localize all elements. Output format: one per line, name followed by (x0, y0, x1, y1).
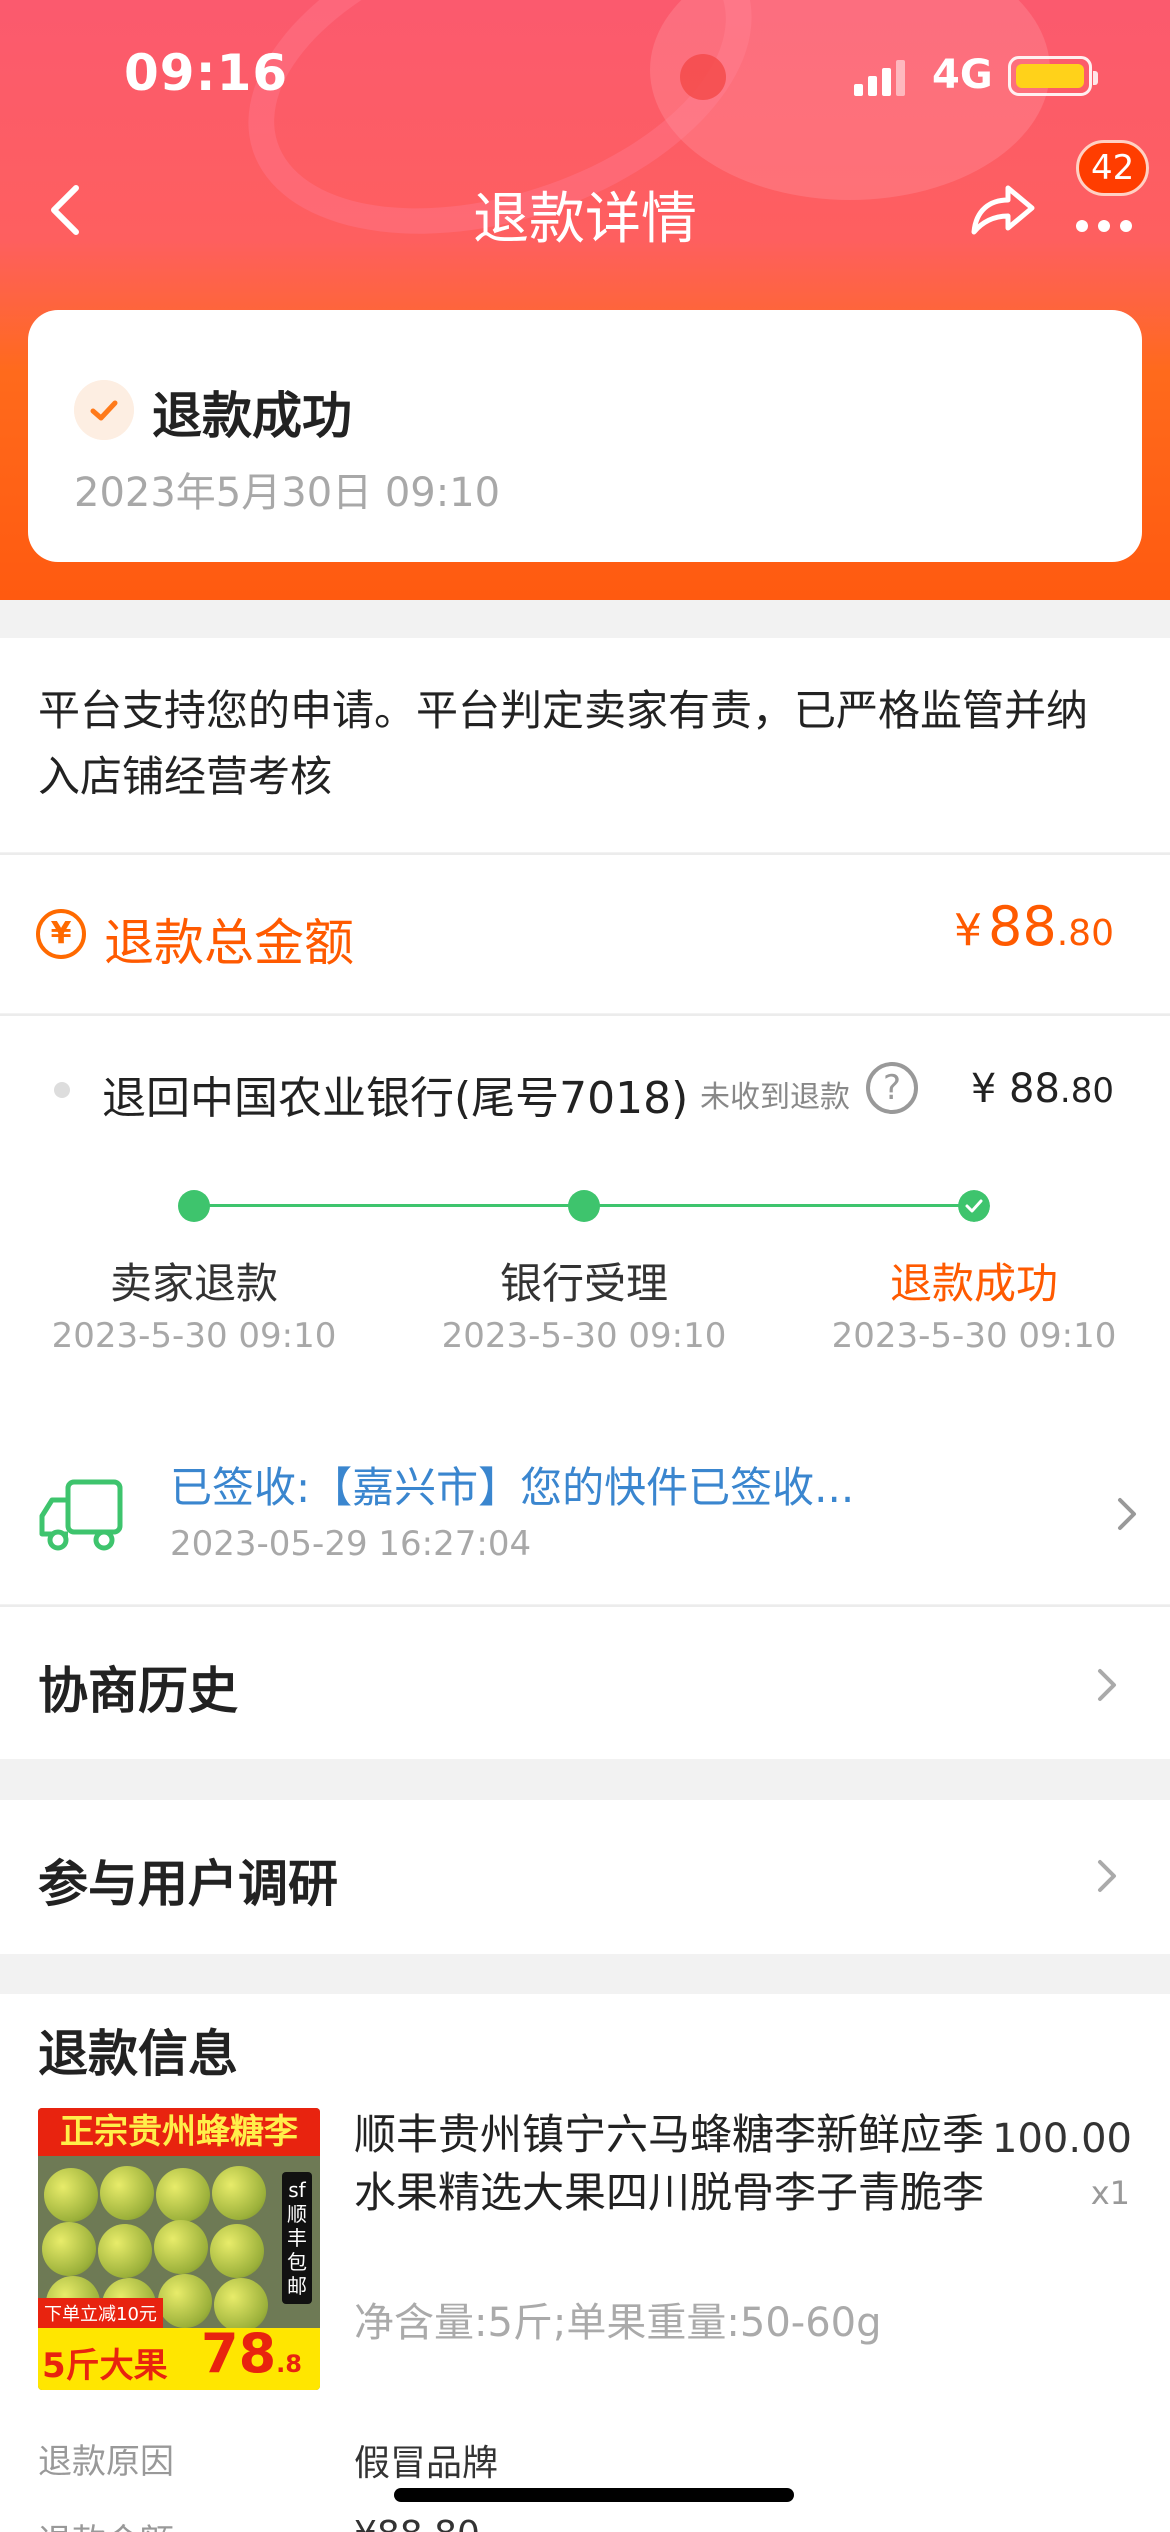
refund-amount-label: 退款金额 (38, 2514, 174, 2532)
notice-text: 平台支持您的申请。平台判定卖家有责，已严格监管并纳入店铺经营考核 (38, 686, 1089, 801)
refund-progress: 退回中国农业银行(尾号7018) 未收到退款 ? ¥ 88.80 卖家退款 银行… (0, 1014, 1170, 1604)
battery-icon (1008, 56, 1098, 96)
promo-price-dec: .8 (276, 2350, 302, 2378)
truck-icon (39, 1479, 123, 1551)
refund-status-card: 退款成功 2023年5月30日 09:10 (28, 310, 1142, 562)
share-icon[interactable] (962, 170, 1042, 250)
sf-logo: sf (288, 2178, 306, 2202)
bullet-dot (54, 1082, 70, 1098)
product-title[interactable]: 顺丰贵州镇宁六马蜂糖李新鲜应季水果精选大果四川脱骨李子青脆李 (354, 2106, 994, 2222)
chevron-right-icon (1118, 1498, 1136, 1530)
refund-total-row: ¥ 退款总金额 ¥88.80 (0, 853, 1170, 1013)
currency-symbol: ¥ (970, 1066, 997, 1112)
shipping-tag: sf 顺丰包邮 (282, 2172, 312, 2304)
step-check-icon (958, 1190, 990, 1222)
negotiation-history-row[interactable]: 协商历史 (0, 1605, 1170, 1759)
notification-badge: 42 (1076, 140, 1150, 196)
shipping-tag-text: 顺丰包邮 (287, 2202, 307, 2298)
logistics-status: 已签收:【嘉兴市】您的快件已签收... (170, 1463, 855, 1512)
size-text: 5斤大果 (42, 2346, 168, 2386)
negotiation-history-title: 协商历史 (38, 1662, 238, 1720)
promo-price: 78.8 (201, 2322, 302, 2385)
chevron-right-icon (1098, 1860, 1116, 1892)
cellular-signal-icon (854, 60, 905, 96)
amount-integer: 88 (1009, 1066, 1060, 1112)
refund-status-title: 退款成功 (152, 387, 352, 445)
yen-icon: ¥ (36, 909, 86, 959)
product-image-banner: 正宗贵州蜂糖李 (38, 2108, 320, 2156)
status-bar: 09:16 4G (0, 0, 1170, 150)
step-label: 银行受理 (499, 1259, 668, 1308)
platform-notice: 平台支持您的申请。平台判定卖家有责，已严格监管并纳入店铺经营考核 (0, 638, 1170, 852)
not-received-link[interactable]: 未收到退款 (700, 1072, 850, 1116)
user-survey-title: 参与用户调研 (38, 1855, 338, 1913)
promo-price-int: 78 (201, 2322, 277, 2385)
refund-total-amount: ¥88.80 (954, 895, 1114, 958)
refund-info-title: 退款信息 (38, 2025, 238, 2083)
refund-status-time: 2023年5月30日 09:10 (74, 470, 501, 516)
refund-bank-name: 退回中国农业银行(尾号7018) (102, 1073, 689, 1124)
step-dot (568, 1190, 600, 1222)
step-time: 2023-5-30 09:10 (831, 1316, 1117, 1356)
refund-reason-value: 假冒品牌 (354, 2443, 499, 2484)
refund-amount-value: ¥88.80 (354, 2514, 480, 2532)
step-time: 2023-5-30 09:10 (51, 1316, 337, 1356)
step-label-active: 退款成功 (889, 1259, 1058, 1308)
amount-decimal: .80 (1059, 1071, 1114, 1111)
currency-symbol: ¥ (954, 905, 983, 956)
network-type: 4G (932, 52, 993, 98)
amount-decimal: .80 (1056, 913, 1114, 954)
logistics-row[interactable]: 已签收:【嘉兴市】您的快件已签收... 2023-05-29 16:27:04 (0, 1426, 1170, 1604)
bank-refund-amount: ¥ 88.80 (971, 1066, 1114, 1112)
product-quantity: x1 (1090, 2174, 1130, 2212)
amount-integer: 88 (988, 895, 1057, 958)
product-image[interactable]: 正宗贵州蜂糖李 sf 顺丰包邮 下单立减10元 5斤大果 78.8 (38, 2108, 320, 2390)
refund-reason-label: 退款原因 (38, 2442, 174, 2482)
check-icon (74, 380, 134, 440)
chevron-right-icon (1098, 1669, 1116, 1701)
help-icon[interactable]: ? (866, 1062, 918, 1114)
step-time: 2023-5-30 09:10 (441, 1316, 727, 1356)
product-price: 100.00 (992, 2116, 1132, 2162)
discount-tag: 下单立减10元 (38, 2298, 163, 2328)
step-dot (178, 1190, 210, 1222)
user-survey-row[interactable]: 参与用户调研 (0, 1800, 1170, 1954)
product-spec: 净含量:5斤;单果重量:50-60g (354, 2300, 882, 2346)
home-indicator (394, 2488, 794, 2502)
nav-bar: 退款详情 (0, 150, 1170, 270)
refund-total-label: 退款总金额 (104, 914, 354, 972)
status-time: 09:16 (124, 44, 289, 102)
product-image-footer: 5斤大果 78.8 (38, 2322, 320, 2390)
logistics-time: 2023-05-29 16:27:04 (170, 1524, 532, 1564)
step-label: 卖家退款 (109, 1259, 278, 1308)
refund-info-section: 退款信息 正宗贵州蜂糖李 sf 顺丰包邮 下单立减10元 5斤大果 78.8 顺丰… (0, 1994, 1170, 2532)
